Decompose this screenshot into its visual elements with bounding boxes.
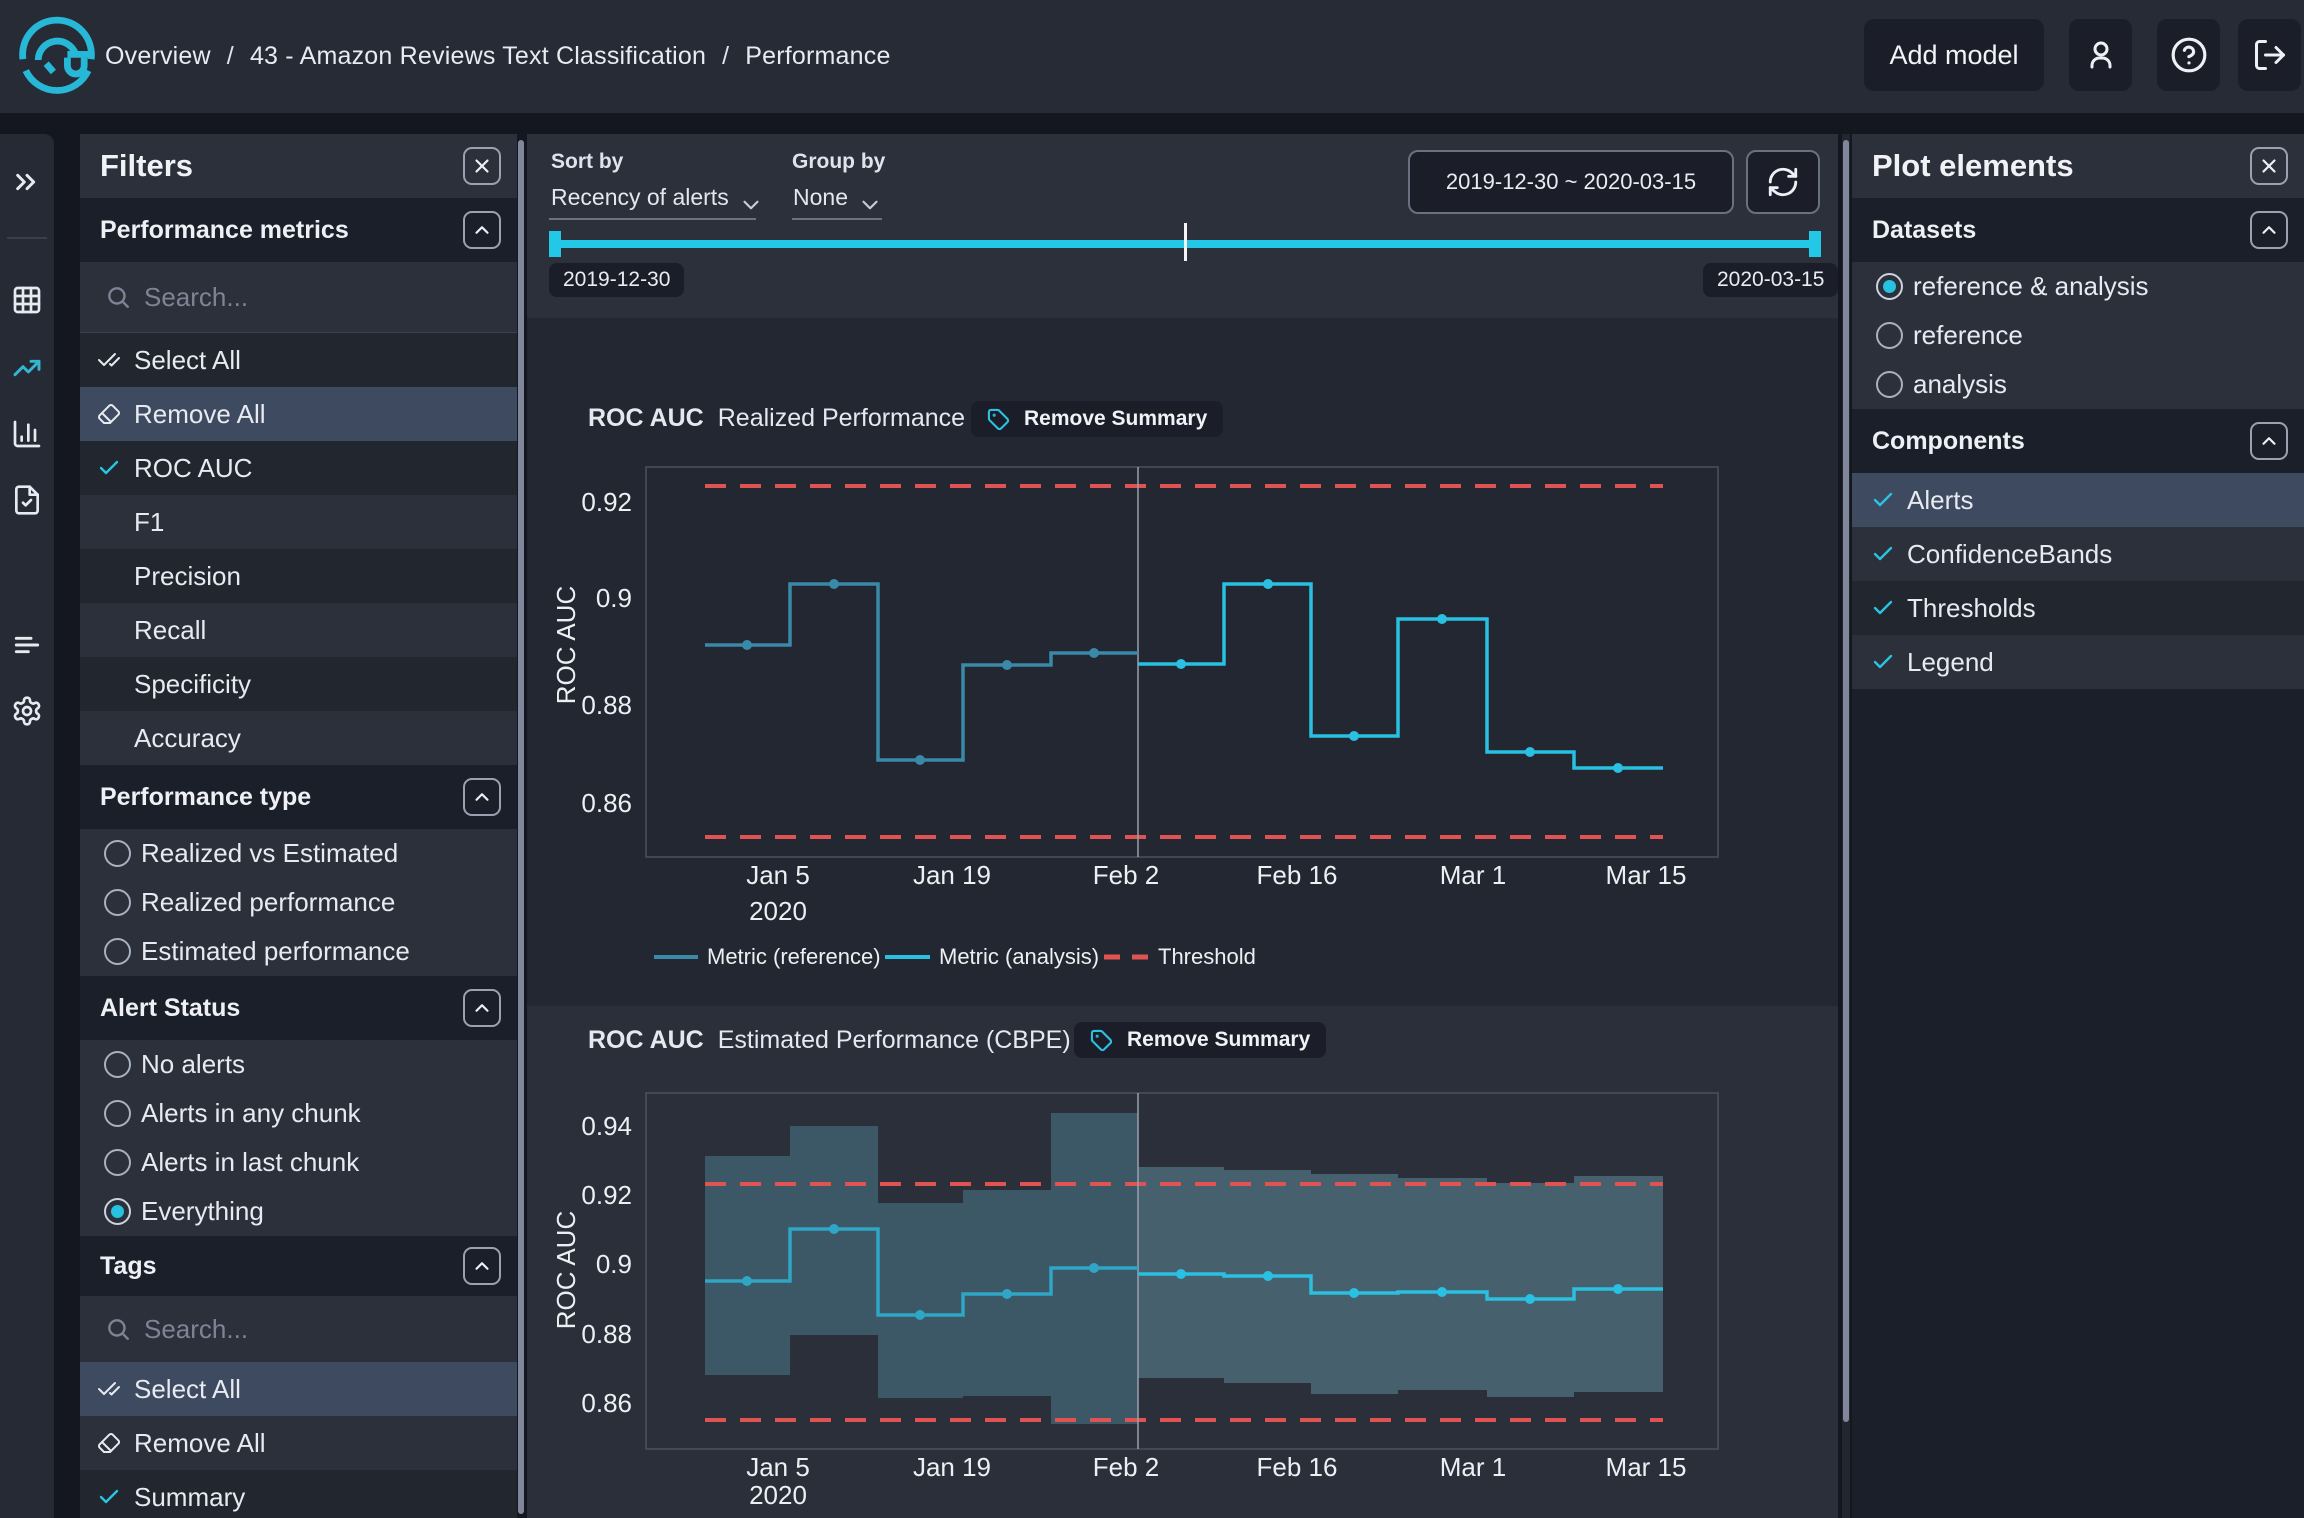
svg-text:Feb 2: Feb 2: [1093, 1452, 1160, 1482]
svg-text:Feb 16: Feb 16: [1257, 1452, 1338, 1482]
svg-text:Mar 15: Mar 15: [1606, 1452, 1687, 1482]
svg-text:0.86: 0.86: [581, 1388, 632, 1418]
svg-text:0.92: 0.92: [581, 1180, 632, 1210]
svg-text:Feb 2: Feb 2: [1093, 860, 1160, 890]
svg-text:2020: 2020: [749, 1480, 807, 1510]
svg-text:2020: 2020: [749, 896, 807, 926]
svg-text:0.88: 0.88: [581, 1319, 632, 1349]
svg-text:ROC AUC: ROC AUC: [551, 586, 581, 704]
svg-text:Mar 1: Mar 1: [1440, 1452, 1506, 1482]
svg-text:Mar 15: Mar 15: [1606, 860, 1687, 890]
svg-text:Jan 19: Jan 19: [913, 860, 991, 890]
svg-text:0.88: 0.88: [581, 690, 632, 720]
svg-text:0.9: 0.9: [596, 583, 632, 613]
svg-text:0.9: 0.9: [596, 1249, 632, 1279]
svg-text:0.92: 0.92: [581, 487, 632, 517]
svg-text:ROC AUC: ROC AUC: [551, 1211, 581, 1329]
svg-text:Threshold: Threshold: [1158, 944, 1256, 969]
svg-text:Jan 5: Jan 5: [746, 860, 810, 890]
svg-text:Mar 1: Mar 1: [1440, 860, 1506, 890]
svg-text:Jan 19: Jan 19: [913, 1452, 991, 1482]
svg-text:0.94: 0.94: [581, 1111, 632, 1141]
svg-text:Feb 16: Feb 16: [1257, 860, 1338, 890]
svg-text:Metric (reference): Metric (reference): [707, 944, 881, 969]
svg-text:Metric (analysis): Metric (analysis): [939, 944, 1099, 969]
svg-text:0.86: 0.86: [581, 788, 632, 818]
svg-text:Jan 5: Jan 5: [746, 1452, 810, 1482]
